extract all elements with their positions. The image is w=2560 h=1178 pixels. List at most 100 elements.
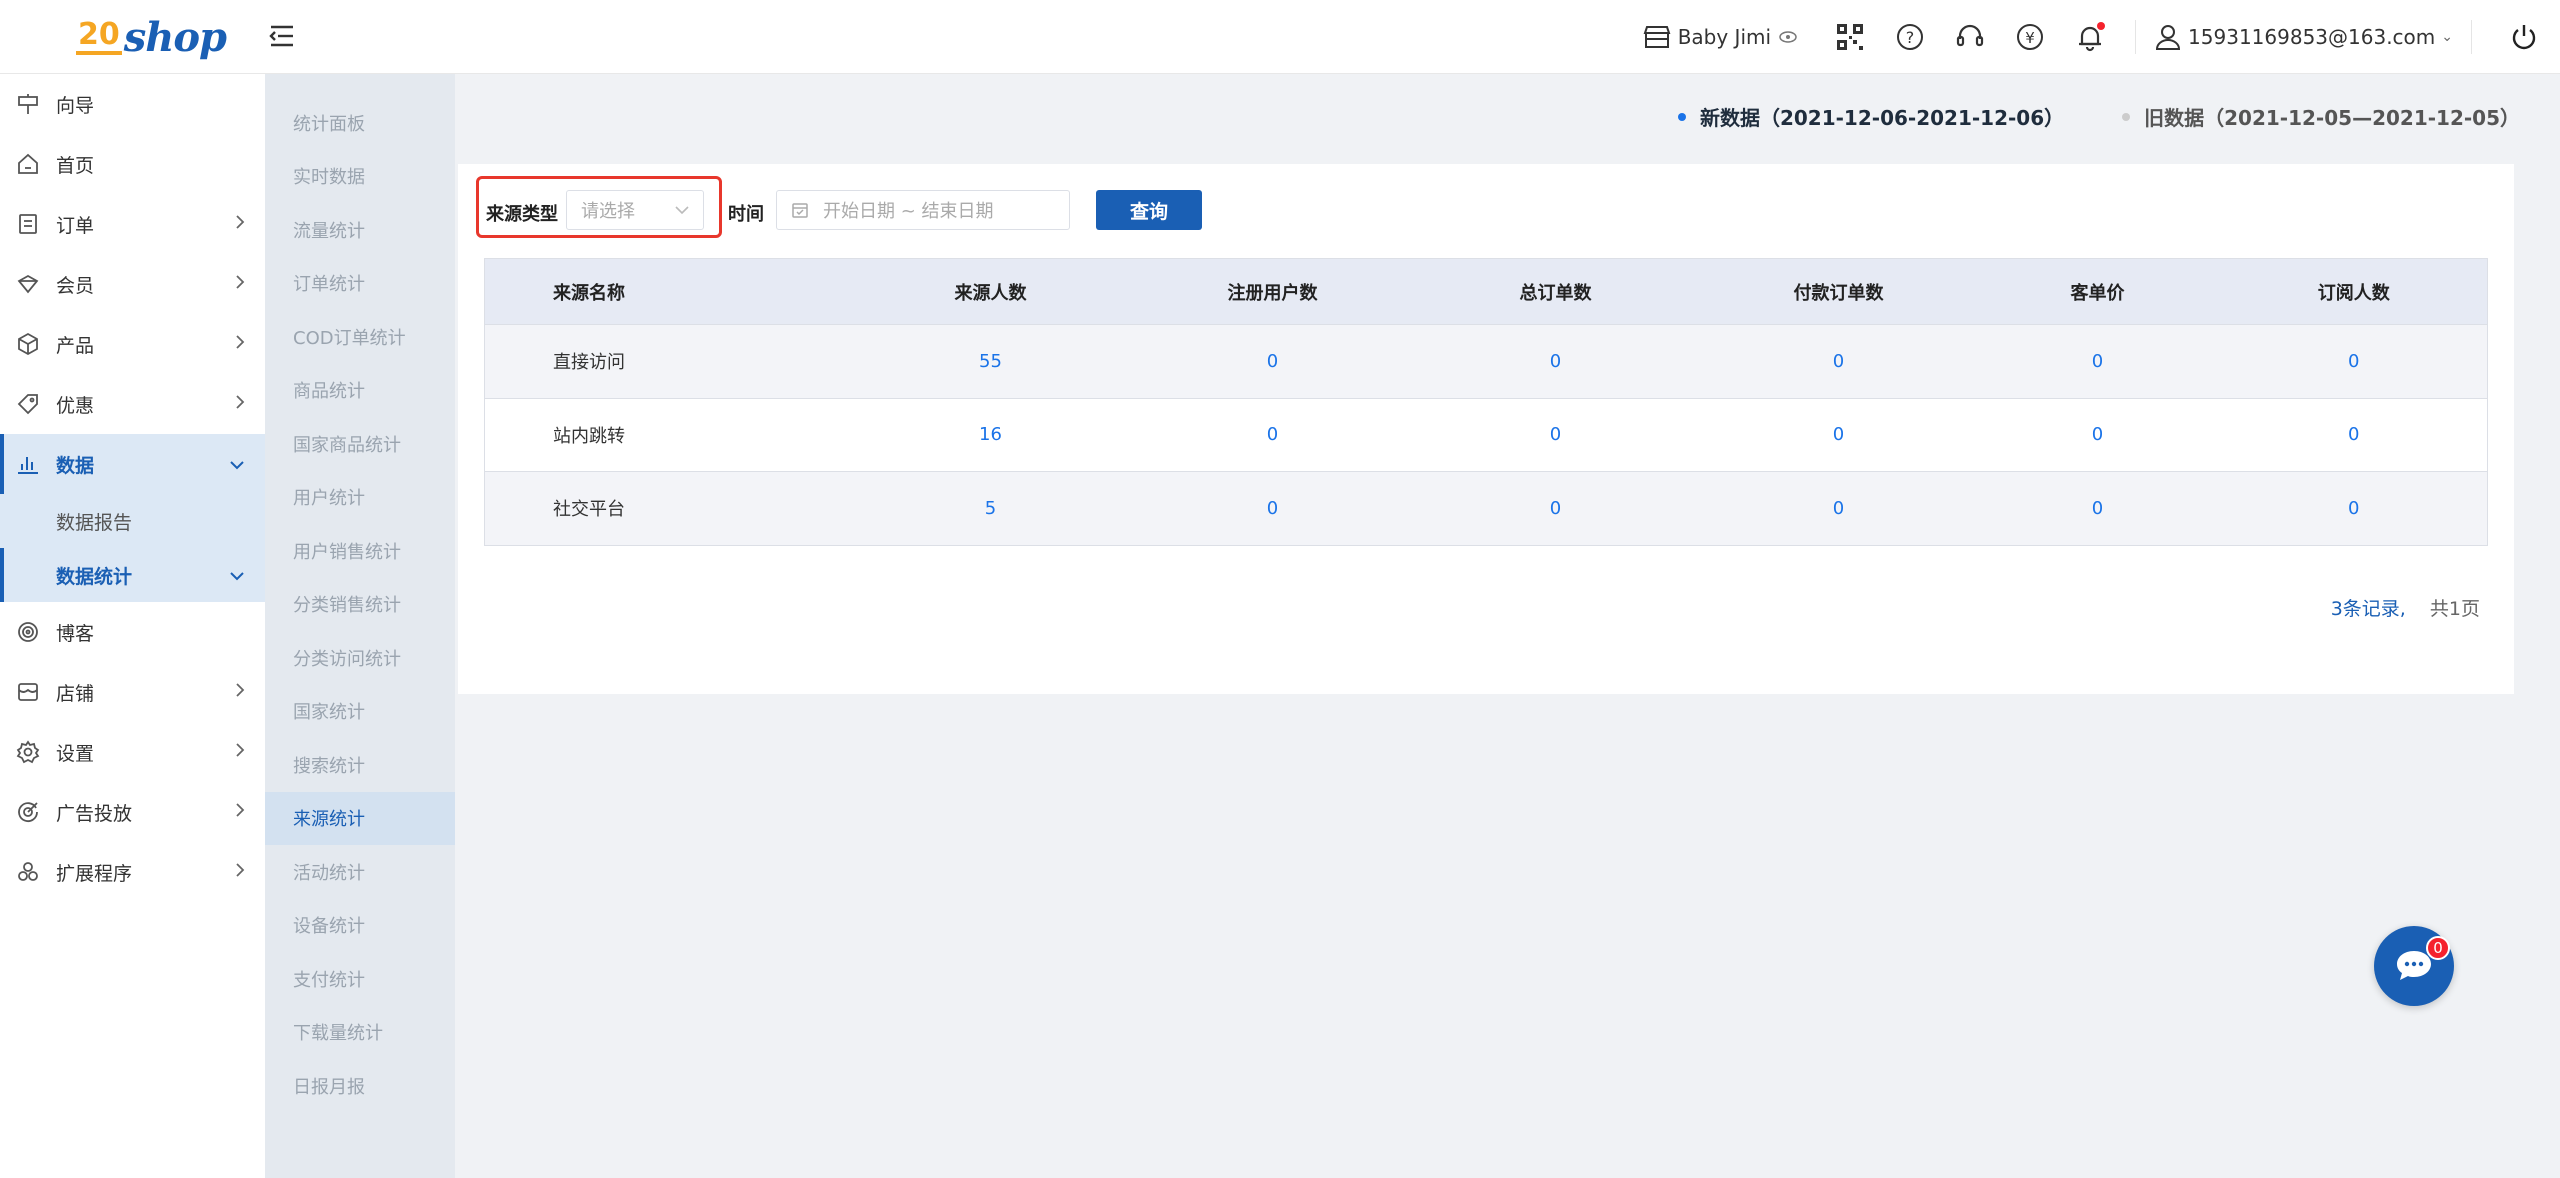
member-icon bbox=[14, 270, 42, 298]
total-orders-cell[interactable]: 0 bbox=[1408, 324, 1703, 399]
submenu-item[interactable]: 设备统计 bbox=[265, 899, 455, 953]
column-header: 客单价 bbox=[1974, 258, 2221, 325]
submenu-item[interactable]: 商品统计 bbox=[265, 364, 455, 418]
sidebar-item-orders[interactable]: 订单 bbox=[0, 194, 265, 254]
table-row: 站内跳转 16 0 0 0 0 0 bbox=[484, 398, 2488, 472]
qrcode-icon[interactable] bbox=[1831, 18, 1869, 56]
paid-orders-cell[interactable]: 0 bbox=[1702, 324, 1975, 399]
registered-users-cell[interactable]: 0 bbox=[1136, 471, 1409, 546]
submenu-item[interactable]: 用户统计 bbox=[265, 471, 455, 525]
order-icon bbox=[14, 210, 42, 238]
avg-order-value-cell[interactable]: 0 bbox=[1974, 324, 2221, 399]
sidebar-item-settings[interactable]: 设置 bbox=[0, 722, 265, 782]
visitors-cell[interactable]: 5 bbox=[844, 471, 1137, 546]
logo-badge: 20 bbox=[76, 19, 122, 55]
help-icon[interactable]: ? bbox=[1891, 18, 1929, 56]
source-name-cell: 社交平台 bbox=[484, 471, 845, 546]
source-type-select[interactable]: 请选择 bbox=[566, 190, 704, 230]
headset-icon[interactable] bbox=[1951, 18, 1989, 56]
sidebar-subitem-data-stats[interactable]: 数据统计 bbox=[0, 548, 265, 602]
sidebar-subitem-data-report[interactable]: 数据报告 bbox=[0, 494, 265, 548]
visitors-cell[interactable]: 16 bbox=[844, 398, 1137, 472]
table-row: 社交平台 5 0 0 0 0 0 bbox=[484, 471, 2488, 546]
header-divider-2 bbox=[2471, 20, 2472, 54]
product-box-icon bbox=[14, 330, 42, 358]
subscribers-cell[interactable]: 0 bbox=[2220, 398, 2488, 472]
menu-toggle-icon[interactable] bbox=[266, 20, 298, 52]
submenu-item[interactable]: 订单统计 bbox=[265, 257, 455, 311]
header-divider bbox=[2135, 20, 2137, 54]
submenu-item[interactable]: 国家商品统计 bbox=[265, 417, 455, 471]
sidebar-item-data[interactable]: 数据 bbox=[0, 434, 265, 494]
calendar-icon bbox=[792, 203, 808, 218]
avg-order-value-cell[interactable]: 0 bbox=[1974, 398, 2221, 472]
submenu-item[interactable]: 搜索统计 bbox=[265, 738, 455, 792]
home-icon bbox=[14, 150, 42, 178]
sidebar-item-shop[interactable]: 店铺 bbox=[0, 662, 265, 722]
source-name-cell: 站内跳转 bbox=[484, 398, 845, 472]
column-header: 订阅人数 bbox=[2220, 258, 2488, 325]
total-orders-cell[interactable]: 0 bbox=[1408, 471, 1703, 546]
signpost-icon bbox=[14, 90, 42, 118]
paid-orders-cell[interactable]: 0 bbox=[1702, 398, 1975, 472]
submenu-item[interactable]: 支付统计 bbox=[265, 952, 455, 1006]
store-switcher[interactable]: Baby Jimi bbox=[1642, 24, 1803, 50]
table-row: 直接访问 55 0 0 0 0 0 bbox=[484, 324, 2488, 399]
user-menu[interactable]: 15931169853@163.com ⌄ bbox=[2154, 23, 2453, 51]
submenu-item-source-stats[interactable]: 来源统计 bbox=[265, 791, 455, 845]
submenu-item[interactable]: 活动统计 bbox=[265, 845, 455, 899]
subscribers-cell[interactable]: 0 bbox=[2220, 324, 2488, 399]
eye-icon[interactable] bbox=[1779, 31, 1797, 43]
bell-icon[interactable] bbox=[2071, 18, 2109, 56]
chat-button[interactable]: 0 bbox=[2374, 926, 2454, 1006]
paid-orders-cell[interactable]: 0 bbox=[1702, 471, 1975, 546]
extension-icon bbox=[14, 858, 42, 886]
legend-old-data: 旧数据（2021-12-05—2021-12-05） bbox=[2122, 102, 2520, 131]
target-icon bbox=[14, 798, 42, 826]
top-bar: 20 shop Baby Jimi ? ¥ 15931169853@163.co… bbox=[0, 0, 2560, 74]
submenu-item[interactable]: 用户销售统计 bbox=[265, 524, 455, 578]
chevron-right-icon bbox=[235, 861, 245, 883]
submenu-item[interactable]: 国家统计 bbox=[265, 685, 455, 739]
sidebar-item-home[interactable]: 首页 bbox=[0, 134, 265, 194]
sidebar-item-blog[interactable]: 博客 bbox=[0, 602, 265, 662]
query-button[interactable]: 查询 bbox=[1096, 190, 1202, 230]
sidebar-item-products[interactable]: 产品 bbox=[0, 314, 265, 374]
submenu-item[interactable]: 统计面板 bbox=[265, 96, 455, 150]
pagination-summary: 3条记录, 共1页 bbox=[2331, 594, 2480, 621]
sidebar-item-promotions[interactable]: 优惠 bbox=[0, 374, 265, 434]
notification-dot bbox=[2097, 22, 2106, 30]
main-sidebar: 向导 首页 订单 会员 产品 优惠 数据 数据报告 数据统计 博客 店铺 设置 … bbox=[0, 74, 265, 1178]
subscribers-cell[interactable]: 0 bbox=[2220, 471, 2488, 546]
chevron-right-icon bbox=[235, 801, 245, 823]
date-range-picker[interactable]: 开始日期 ~ 结束日期 bbox=[776, 190, 1070, 230]
submenu-item[interactable]: 下载量统计 bbox=[265, 1006, 455, 1060]
yuan-coin-icon[interactable]: ¥ bbox=[2011, 18, 2049, 56]
chevron-right-icon bbox=[235, 273, 245, 295]
source-name-cell: 直接访问 bbox=[484, 324, 845, 399]
logo-word: shop bbox=[123, 13, 227, 61]
store-name: Baby Jimi bbox=[1677, 25, 1772, 49]
submenu-item[interactable]: 实时数据 bbox=[265, 150, 455, 204]
submenu-item[interactable]: 分类销售统计 bbox=[265, 578, 455, 632]
visitors-cell[interactable]: 55 bbox=[844, 324, 1137, 399]
sidebar-item-ads[interactable]: 广告投放 bbox=[0, 782, 265, 842]
brand-logo[interactable]: 20 shop bbox=[76, 8, 227, 66]
submenu-item[interactable]: 流量统计 bbox=[265, 203, 455, 257]
registered-users-cell[interactable]: 0 bbox=[1136, 324, 1409, 399]
avg-order-value-cell[interactable]: 0 bbox=[1974, 471, 2221, 546]
chevron-right-icon bbox=[235, 393, 245, 415]
registered-users-cell[interactable]: 0 bbox=[1136, 398, 1409, 472]
submenu-item[interactable]: 日报月报 bbox=[265, 1059, 455, 1113]
column-header: 来源人数 bbox=[844, 258, 1137, 325]
svg-text:?: ? bbox=[1906, 28, 1915, 47]
chevron-down-icon: ⌄ bbox=[2441, 29, 2453, 45]
submenu-item[interactable]: COD订单统计 bbox=[265, 310, 455, 364]
chevron-right-icon bbox=[235, 213, 245, 235]
submenu-item[interactable]: 分类访问统计 bbox=[265, 631, 455, 685]
total-orders-cell[interactable]: 0 bbox=[1408, 398, 1703, 472]
sidebar-item-members[interactable]: 会员 bbox=[0, 254, 265, 314]
sidebar-item-guide[interactable]: 向导 bbox=[0, 74, 265, 134]
logout-power-icon[interactable] bbox=[2504, 17, 2544, 57]
sidebar-item-extensions[interactable]: 扩展程序 bbox=[0, 842, 265, 902]
